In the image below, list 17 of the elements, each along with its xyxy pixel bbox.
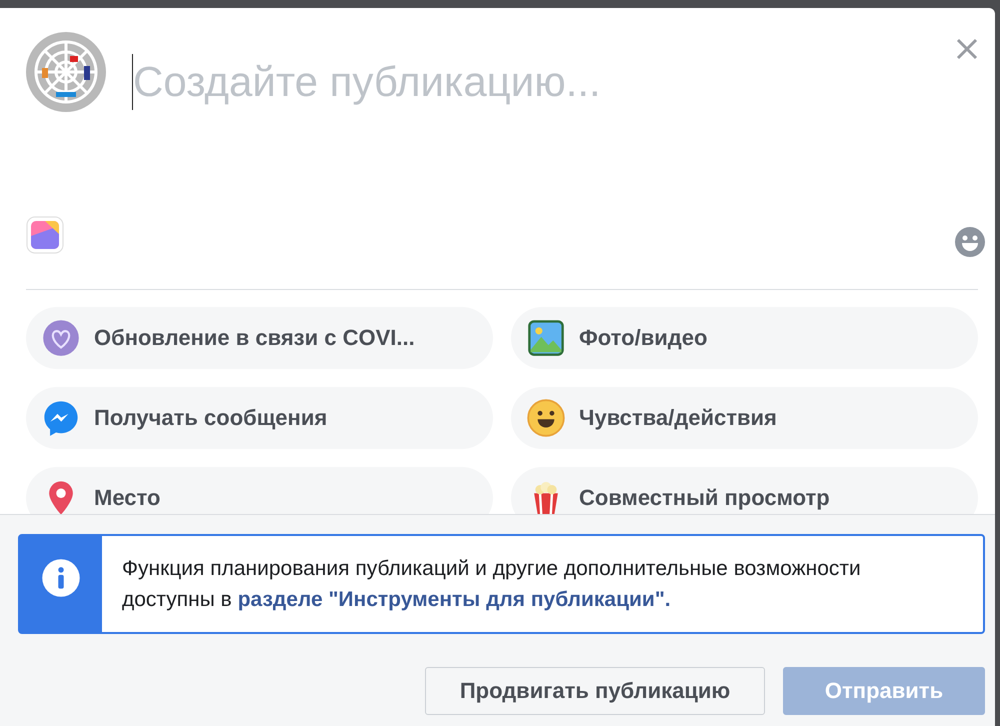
close-icon[interactable] [955, 37, 979, 61]
promote-button[interactable]: Продвигать публикацию [425, 667, 765, 715]
messenger-icon [42, 399, 80, 437]
text-background-icon[interactable] [26, 216, 64, 254]
option-button[interactable]: Получать сообщения [26, 387, 493, 449]
option-button[interactable]: Чувства/действия [511, 387, 978, 449]
option-button[interactable]: Совместный просмотр [511, 467, 978, 514]
info-icon [41, 558, 81, 598]
smiley-icon [527, 399, 565, 437]
tools-link[interactable]: разделе "Инструменты для публикации". [238, 588, 671, 611]
option-button[interactable]: Место [26, 467, 493, 514]
option-button[interactable]: Фото/видео [511, 307, 978, 369]
picture-icon [527, 319, 565, 357]
notice-text: Функция планирования публикаций и другие дополнительные возможности доступны в разделе "Инструменты для публикации". [121, 556, 862, 613]
emoji-icon[interactable] [954, 226, 986, 258]
option-button[interactable]: Обновление в связи с COVI... [26, 307, 493, 369]
avatar-icon [26, 32, 106, 112]
